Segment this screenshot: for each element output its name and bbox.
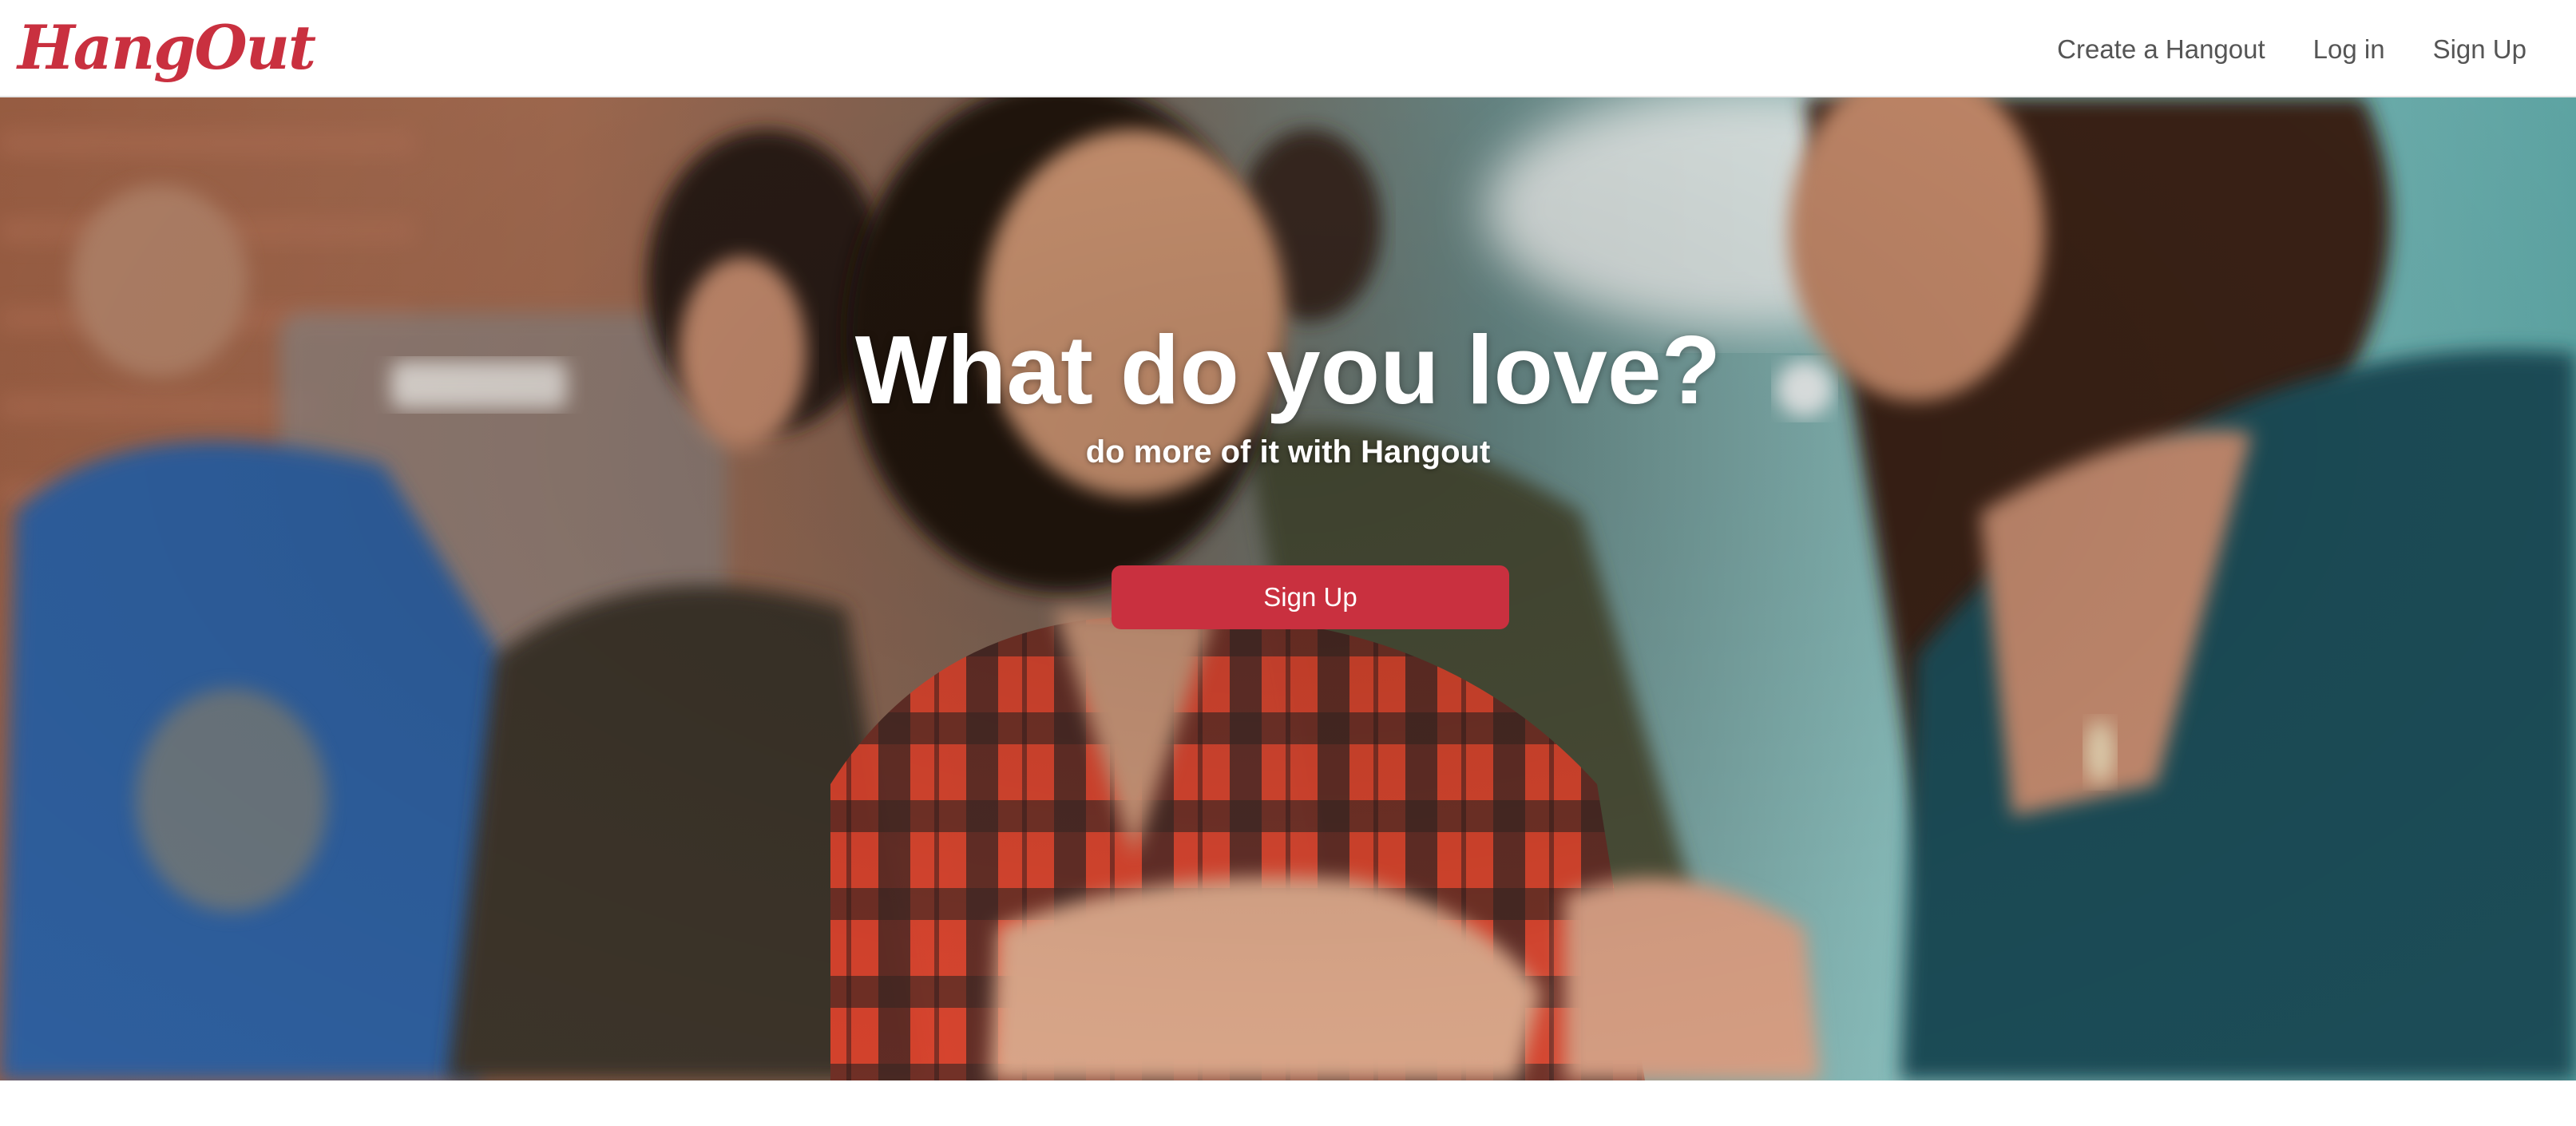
nav-create-hangout-link[interactable]: Create a Hangout — [2057, 36, 2265, 62]
hero-subtitle: do more of it with Hangout — [1085, 434, 1491, 470]
hero-title: What do you love? — [854, 315, 1722, 424]
hero-signup-button[interactable]: Sign Up — [1112, 565, 1509, 629]
nav-login-link[interactable]: Log in — [2313, 36, 2385, 62]
nav-signup-link[interactable]: Sign Up — [2433, 36, 2526, 62]
hero-section: What do you love? do more of it with Han… — [0, 97, 2576, 1080]
page-below-hero — [0, 1080, 2576, 1126]
top-navigation: HangOut Create a Hangout Log in Sign Up — [0, 0, 2576, 97]
nav-links: Create a Hangout Log in Sign Up — [2009, 0, 2526, 97]
hangout-logo[interactable]: HangOut — [18, 8, 316, 88]
